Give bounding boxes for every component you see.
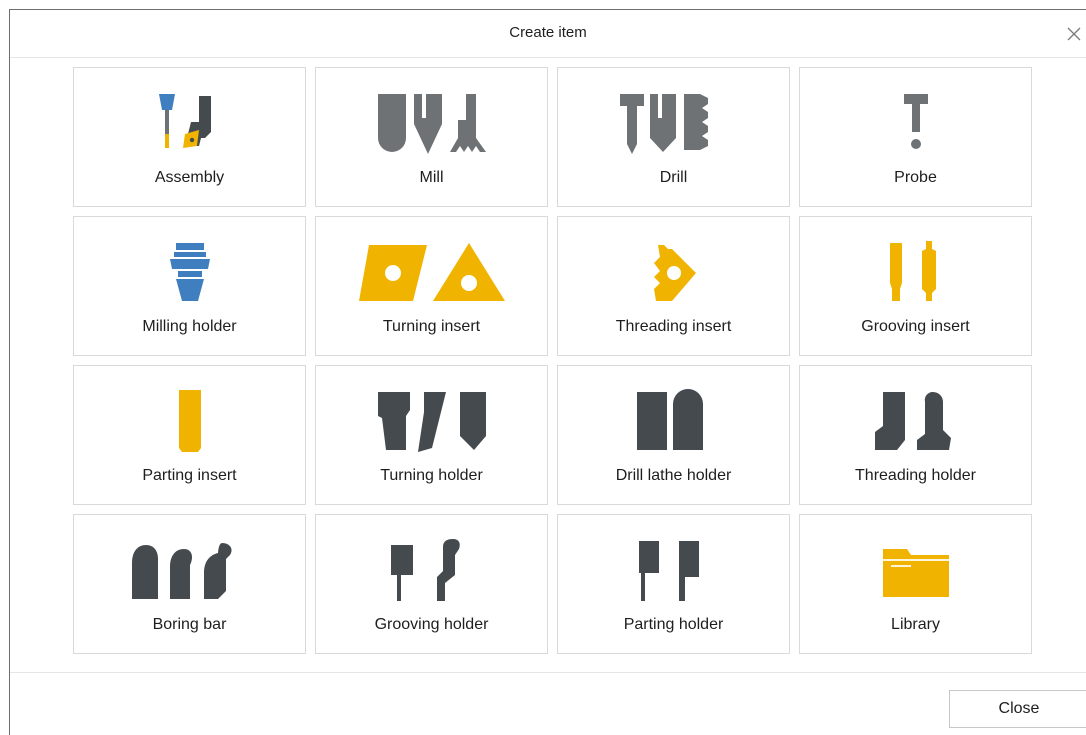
- tile-label: Parting holder: [623, 616, 724, 633]
- milling-holder-icon: [74, 237, 305, 307]
- drill-icon: [558, 88, 789, 158]
- tile-label: Parting insert: [142, 467, 237, 484]
- tile-turning-holder[interactable]: Turning holder: [315, 365, 548, 505]
- tile-grooving-holder[interactable]: Grooving holder: [315, 514, 548, 654]
- tile-grooving-insert[interactable]: Grooving insert: [799, 216, 1032, 356]
- footer-divider: [10, 672, 1086, 673]
- tile-label: Threading insert: [615, 318, 732, 335]
- parting-holder-icon: [558, 535, 789, 605]
- mill-icon: [316, 88, 547, 158]
- tile-label: Drill lathe holder: [615, 467, 732, 484]
- boring-bar-icon: [74, 535, 305, 605]
- grooving-holder-icon: [316, 535, 547, 605]
- tile-label: Boring bar: [152, 616, 227, 633]
- turning-insert-icon: [316, 237, 547, 307]
- dialog-title: Create item: [509, 24, 587, 41]
- close-button[interactable]: Close: [949, 690, 1086, 728]
- tile-mill[interactable]: Mill: [315, 67, 548, 207]
- tile-boring-bar[interactable]: Boring bar: [73, 514, 306, 654]
- tile-threading-holder[interactable]: Threading holder: [799, 365, 1032, 505]
- close-icon[interactable]: [1062, 22, 1086, 46]
- tile-label: Turning holder: [380, 467, 483, 484]
- tile-parting-holder[interactable]: Parting holder: [557, 514, 790, 654]
- dialog-titlebar: Create item: [10, 10, 1086, 58]
- tile-label: Turning insert: [382, 318, 481, 335]
- tile-label: Drill: [659, 169, 688, 186]
- tile-label: Threading holder: [855, 467, 976, 484]
- tile-assembly[interactable]: Assembly: [73, 67, 306, 207]
- threading-holder-icon: [800, 386, 1031, 456]
- tile-turning-insert[interactable]: Turning insert: [315, 216, 548, 356]
- tile-parting-insert[interactable]: Parting insert: [73, 365, 306, 505]
- parting-insert-icon: [74, 386, 305, 456]
- tile-label: Grooving holder: [374, 616, 489, 633]
- threading-insert-icon: [558, 237, 789, 307]
- create-item-dialog: Create item Assembly Mill Drill Probe Mi…: [9, 9, 1086, 735]
- tile-threading-insert[interactable]: Threading insert: [557, 216, 790, 356]
- tile-label: Assembly: [154, 169, 225, 186]
- tile-probe[interactable]: Probe: [799, 67, 1032, 207]
- folder-icon: [800, 535, 1031, 605]
- tile-drill-lathe-holder[interactable]: Drill lathe holder: [557, 365, 790, 505]
- tile-milling-holder[interactable]: Milling holder: [73, 216, 306, 356]
- drill-lathe-holder-icon: [558, 386, 789, 456]
- item-grid: Assembly Mill Drill Probe Milling holder…: [73, 67, 1032, 654]
- turning-holder-icon: [316, 386, 547, 456]
- probe-icon: [800, 88, 1031, 158]
- tile-label: Probe: [894, 169, 937, 186]
- tile-label: Library: [891, 616, 940, 633]
- tile-label: Mill: [419, 169, 444, 186]
- tile-library[interactable]: Library: [799, 514, 1032, 654]
- tile-drill[interactable]: Drill: [557, 67, 790, 207]
- grooving-insert-icon: [800, 237, 1031, 307]
- assembly-icon: [74, 88, 305, 158]
- tile-label: Milling holder: [142, 318, 237, 335]
- tile-label: Grooving insert: [861, 318, 970, 335]
